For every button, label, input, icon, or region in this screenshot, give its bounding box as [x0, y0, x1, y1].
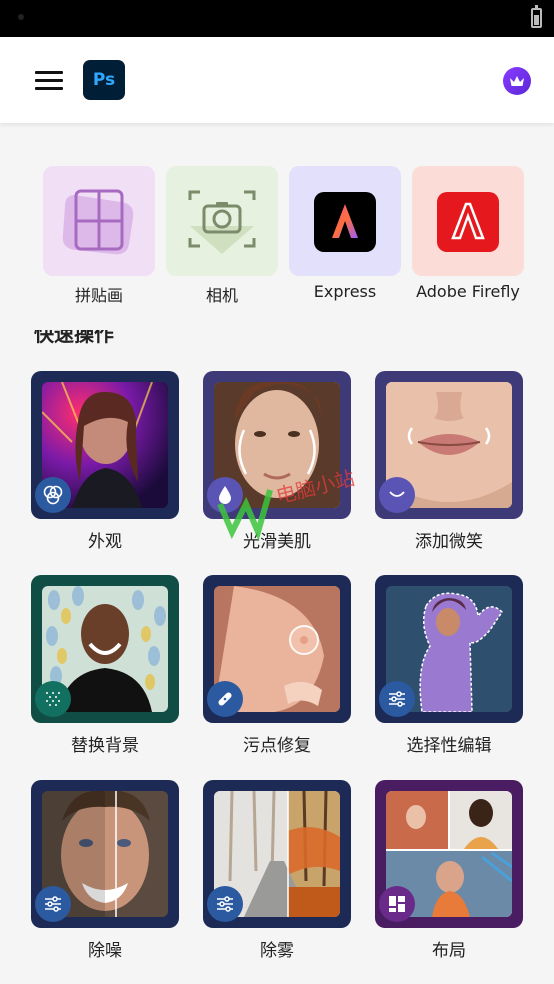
crown-icon[interactable]: [503, 67, 531, 95]
smile-icon: [379, 477, 415, 513]
sliders-icon: [35, 886, 71, 922]
pattern-icon: [35, 681, 71, 717]
action-label: 除噪: [88, 941, 122, 961]
hamburger-menu-icon[interactable]: [35, 71, 63, 91]
action-label: 光滑美肌: [243, 532, 311, 552]
action-label: 污点修复: [243, 736, 311, 756]
tool-label: Adobe Firefly: [416, 282, 520, 301]
status-bar: [0, 0, 554, 37]
action-dehaze[interactable]: 除雾: [203, 780, 351, 961]
tool-label: 拼贴画: [74, 286, 123, 305]
action-label: 添加微笑: [415, 532, 483, 552]
action-spot-heal[interactable]: 污点修复: [203, 575, 351, 756]
tool-tile: [412, 166, 524, 276]
app-bar: Ps: [0, 37, 554, 123]
skin-drop-icon: [207, 477, 243, 513]
tool-express[interactable]: Express: [289, 166, 401, 301]
battery-icon: [531, 5, 542, 28]
layout-grid-icon: [379, 886, 415, 922]
tool-tile: [289, 166, 401, 276]
tool-label: Express: [313, 282, 377, 301]
adobe-express-icon: [314, 192, 376, 252]
action-label: 替换背景: [71, 736, 139, 756]
action-layout[interactable]: 布局: [375, 780, 523, 961]
sliders-icon: [207, 886, 243, 922]
action-label: 除雾: [260, 941, 294, 961]
tool-firefly[interactable]: Adobe Firefly: [412, 166, 524, 301]
action-replace-background[interactable]: 替换背景: [31, 575, 179, 756]
collage-icon: [62, 189, 134, 255]
tool-collage[interactable]: 拼贴画: [43, 166, 155, 306]
action-label: 选择性编辑: [406, 736, 492, 756]
action-label: 外观: [88, 532, 122, 552]
tool-label: 相机: [205, 286, 238, 305]
action-selective-edit[interactable]: 选择性编辑: [375, 575, 523, 756]
photoshop-logo: Ps: [83, 60, 125, 100]
action-add-smile[interactable]: 添加微笑: [375, 371, 523, 552]
sliders-icon: [379, 681, 415, 717]
action-smooth-skin[interactable]: 光滑美肌: [203, 371, 351, 552]
tool-tile: [43, 166, 155, 276]
action-looks[interactable]: 外观: [31, 371, 179, 552]
looks-icon: [35, 477, 71, 513]
tools-row: 拼贴画 相机 Express Adobe Firefly: [0, 166, 554, 316]
bandage-icon: [207, 681, 243, 717]
camera-icon: [188, 190, 256, 254]
action-label: 布局: [432, 941, 466, 961]
camera-dot-icon: [18, 14, 24, 20]
tool-camera[interactable]: 相机: [166, 166, 278, 306]
adobe-firefly-icon: [437, 192, 499, 252]
action-denoise[interactable]: 除噪: [31, 780, 179, 961]
section-title: 快速操作: [34, 330, 114, 346]
tool-tile: [166, 166, 278, 276]
